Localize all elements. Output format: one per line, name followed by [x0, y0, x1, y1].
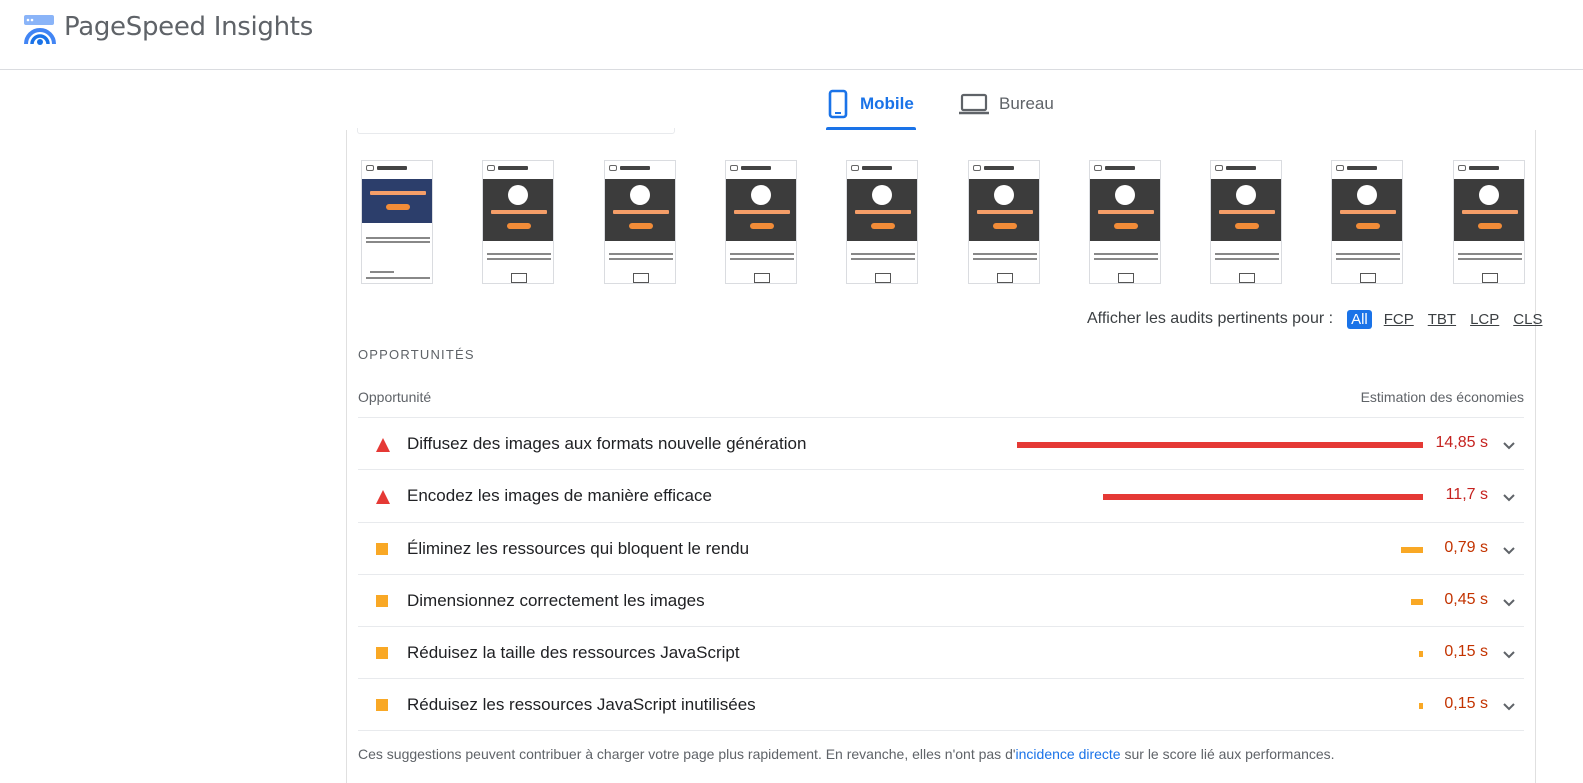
- audit-filter-label: Afficher les audits pertinents pour :: [1087, 310, 1334, 327]
- chevron-down-icon[interactable]: [1502, 543, 1516, 561]
- incidence-directe-link[interactable]: incidence directe: [1016, 746, 1121, 762]
- opportunity-title: Réduisez les ressources JavaScript inuti…: [407, 695, 756, 715]
- savings-bar: [1401, 546, 1423, 553]
- report-card: Afficher les audits pertinents pour : Al…: [346, 128, 1542, 783]
- average-square-icon: [376, 542, 388, 555]
- column-header-opportunity: Opportunité: [358, 389, 432, 405]
- opportunity-title: Dimensionnez correctement les images: [407, 590, 705, 610]
- footnote-text-end: sur le score lié aux performances.: [1120, 746, 1335, 762]
- average-square-icon: [376, 647, 388, 660]
- savings-value: 0,45 s: [1444, 590, 1488, 608]
- section-title: OPPORTUNITÉS: [358, 347, 475, 362]
- average-square-icon: [376, 594, 388, 607]
- filmstrip-frame: [482, 160, 555, 284]
- opportunity-title: Éliminez les ressources qui bloquent le …: [407, 538, 750, 558]
- tab-desktop-label: Bureau: [999, 94, 1054, 113]
- opportunity-row[interactable]: Éliminez les ressources qui bloquent le …: [358, 521, 1524, 574]
- fail-triangle-icon: [376, 490, 390, 505]
- opportunity-row[interactable]: Réduisez les ressources JavaScript inuti…: [358, 678, 1524, 731]
- savings-bar: [1419, 651, 1423, 658]
- chevron-down-icon[interactable]: [1502, 595, 1516, 613]
- filmstrip-frame: [724, 160, 797, 284]
- chevron-down-icon[interactable]: [1502, 699, 1516, 717]
- chevron-down-icon[interactable]: [1502, 490, 1516, 508]
- filmstrip-frame: [603, 160, 676, 284]
- opportunity-row[interactable]: Diffusez des images aux formats nouvelle…: [358, 417, 1524, 469]
- filter-chip-cls[interactable]: CLS: [1511, 310, 1544, 329]
- tab-mobile[interactable]: Mobile: [826, 80, 916, 130]
- footnote-text: Ces suggestions peuvent contribuer à cha…: [358, 746, 1016, 762]
- pagespeed-gauge-icon[interactable]: [24, 14, 56, 46]
- filmstrip-frame: [846, 160, 919, 284]
- opportunity-title: Réduisez la taille des ressources JavaSc…: [407, 643, 740, 663]
- opportunity-title: Diffusez des images aux formats nouvelle…: [407, 434, 807, 453]
- opportunities-list: Diffusez des images aux formats nouvelle…: [358, 417, 1524, 731]
- phone-icon: [828, 89, 848, 119]
- column-header-savings: Estimation des économies: [1360, 389, 1524, 405]
- opportunities-column-headers: Opportunité Estimation des économies: [358, 389, 1524, 405]
- laptop-icon: [959, 93, 989, 115]
- savings-value: 0,79 s: [1444, 538, 1488, 556]
- filmstrip-frame: [1331, 160, 1404, 284]
- savings-bar: [1017, 442, 1423, 448]
- opportunity-title: Encodez les images de manière efficace: [407, 486, 712, 506]
- app-header: PageSpeed Insights: [0, 0, 1583, 70]
- tab-mobile-label: Mobile: [860, 94, 914, 113]
- filmstrip-frame: [361, 160, 433, 284]
- savings-value: 0,15 s: [1444, 643, 1488, 661]
- average-square-icon: [376, 699, 388, 712]
- audit-filter: Afficher les audits pertinents pour : Al…: [1087, 308, 1544, 330]
- filter-chip-all[interactable]: All: [1347, 309, 1372, 329]
- filmstrip-frame: [967, 160, 1040, 284]
- savings-bar: [1103, 494, 1423, 501]
- savings-bar: [1419, 703, 1423, 710]
- url-field-edge: [357, 128, 675, 134]
- fail-triangle-icon: [376, 438, 390, 452]
- filmstrip-frame: [1452, 160, 1525, 284]
- app-title[interactable]: PageSpeed Insights: [64, 12, 313, 42]
- chevron-down-icon[interactable]: [1502, 647, 1516, 665]
- filter-chip-tbt[interactable]: TBT: [1426, 310, 1458, 329]
- filmstrip: [361, 160, 1525, 285]
- savings-value: 11,7 s: [1445, 486, 1488, 504]
- tab-desktop[interactable]: Bureau: [959, 80, 1069, 128]
- filmstrip-frame: [1088, 160, 1161, 284]
- opportunity-row[interactable]: Réduisez la taille des ressources JavaSc…: [358, 626, 1524, 678]
- filmstrip-frame: [1210, 160, 1283, 284]
- chevron-down-icon[interactable]: [1502, 438, 1516, 456]
- savings-value: 14,85 s: [1435, 434, 1488, 451]
- savings-value: 0,15 s: [1444, 695, 1488, 713]
- filter-chip-fcp[interactable]: FCP: [1382, 310, 1416, 329]
- savings-bar: [1411, 598, 1423, 605]
- opportunity-row[interactable]: Encodez les images de manière efficace 11…: [358, 469, 1524, 521]
- opportunity-row[interactable]: Dimensionnez correctement les images 0,45…: [358, 573, 1524, 626]
- opportunities-footnote: Ces suggestions peuvent contribuer à cha…: [358, 746, 1335, 762]
- filter-chip-lcp[interactable]: LCP: [1468, 310, 1501, 329]
